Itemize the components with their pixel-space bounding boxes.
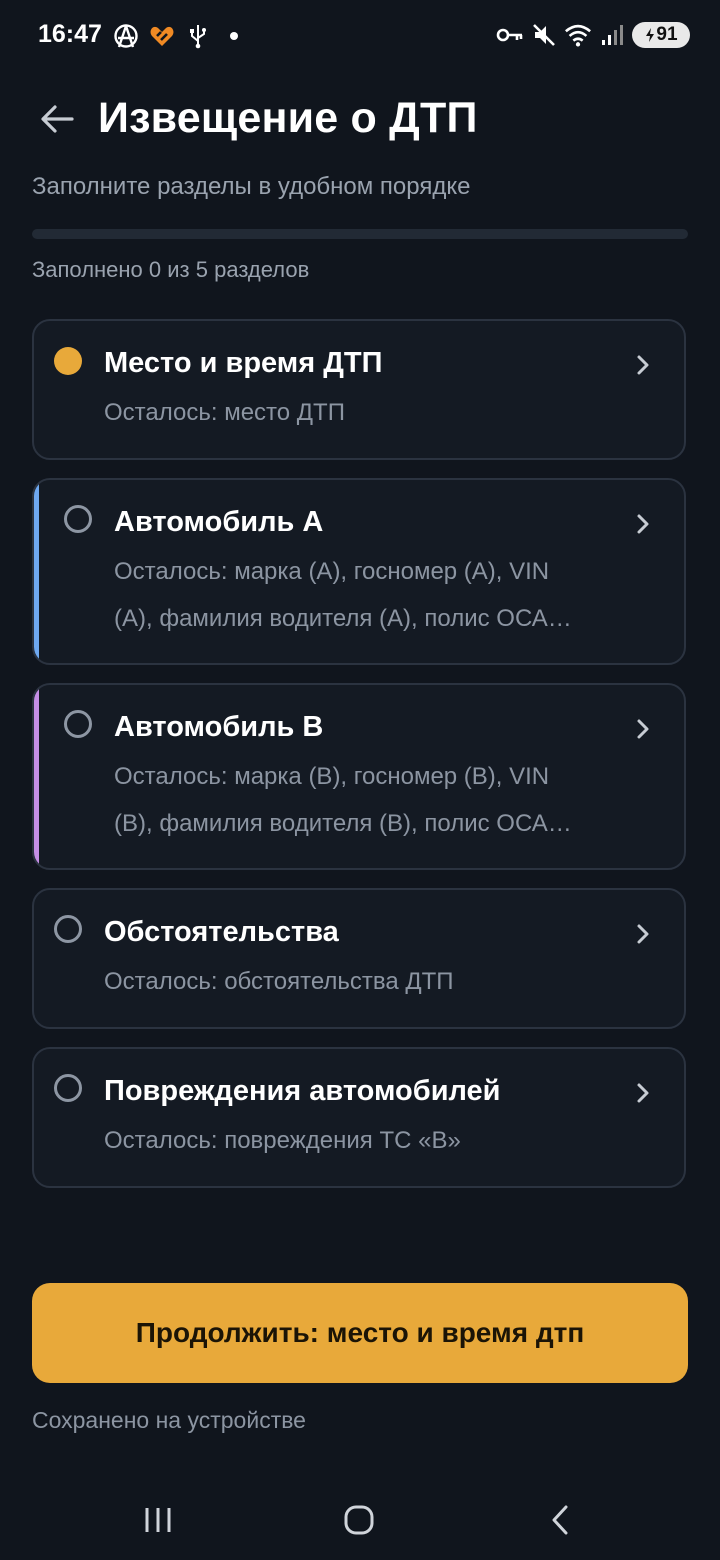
status-bar: 16:47 91 <box>0 0 720 72</box>
status-dot-empty <box>54 1074 82 1102</box>
system-back-button[interactable] <box>530 1498 590 1542</box>
usb-icon <box>184 22 212 50</box>
mute-icon <box>530 21 558 49</box>
section-remaining-line1: Осталось: марка (А), госномер (А), VIN <box>114 558 550 585</box>
navigation-bar <box>0 1480 720 1560</box>
section-remaining-line2: (А), фамилия водителя (А), полис ОСА… <box>114 605 572 632</box>
section-remaining: Осталось: повреждения ТС «В» <box>104 1127 461 1154</box>
section-title: Автомобиль В <box>114 711 324 743</box>
page-title: Извещение о ДТП <box>98 94 478 142</box>
section-remaining: Осталось: обстоятельства ДТП <box>104 968 454 995</box>
continue-button[interactable]: Продолжить: место и время дтп <box>32 1283 688 1383</box>
section-card-circumstances[interactable]: Обстоятельства Осталось: обстоятельства … <box>32 888 686 1029</box>
dot-icon <box>220 22 248 50</box>
chevron-right-icon <box>637 924 649 944</box>
status-dot-empty <box>64 710 92 738</box>
status-time: 16:47 <box>38 20 102 48</box>
key-icon <box>496 21 524 49</box>
section-remaining: Осталось: место ДТП <box>104 399 345 426</box>
battery-indicator: 91 <box>632 22 690 48</box>
section-card-damage[interactable]: Повреждения автомобилей Осталось: повреж… <box>32 1047 686 1188</box>
car-a-accent-bar <box>34 480 39 663</box>
section-title: Место и время ДТП <box>104 347 383 379</box>
chevron-right-icon <box>637 514 649 534</box>
section-card-car-b[interactable]: Автомобиль В Осталось: марка (В), госном… <box>32 683 686 870</box>
car-b-accent-bar <box>34 685 39 868</box>
section-remaining-line2: (В), фамилия водителя (В), полис ОСА… <box>114 810 572 837</box>
app-heart-icon <box>148 22 176 50</box>
progress-bar <box>32 229 688 239</box>
chevron-right-icon <box>637 1083 649 1103</box>
back-icon <box>552 1505 568 1535</box>
arrow-left-icon <box>41 105 74 133</box>
section-card-place-time[interactable]: Место и время ДТП Осталось: место ДТП <box>32 319 686 460</box>
battery-level: 91 <box>656 24 678 45</box>
saved-note: Сохранено на устройстве <box>32 1407 306 1433</box>
recents-button[interactable] <box>128 1498 188 1542</box>
chevron-right-icon <box>637 355 649 375</box>
section-title: Обстоятельства <box>104 916 339 948</box>
section-remaining-line1: Осталось: марка (В), госномер (В), VIN <box>114 763 550 790</box>
page-subtitle: Заполните разделы в удобном порядке <box>32 173 471 200</box>
anarchy-icon <box>112 22 140 50</box>
chevron-right-icon <box>637 719 649 739</box>
home-icon <box>344 1505 374 1535</box>
home-button[interactable] <box>329 1498 389 1542</box>
section-title: Автомобиль А <box>114 506 324 538</box>
recents-icon <box>145 1508 171 1532</box>
status-dot-current <box>54 347 82 375</box>
status-right-icons: 91 <box>496 21 690 49</box>
status-dot-empty <box>64 505 92 533</box>
section-title: Повреждения автомобилей <box>104 1075 501 1107</box>
wifi-icon <box>564 21 592 49</box>
status-left-icons <box>112 22 248 50</box>
progress-text: Заполнено 0 из 5 разделов <box>32 257 310 282</box>
signal-icon <box>598 21 626 49</box>
bolt-icon <box>646 28 655 42</box>
back-button[interactable] <box>34 96 80 142</box>
section-card-car-a[interactable]: Автомобиль А Осталось: марка (А), госном… <box>32 478 686 665</box>
status-dot-empty <box>54 915 82 943</box>
